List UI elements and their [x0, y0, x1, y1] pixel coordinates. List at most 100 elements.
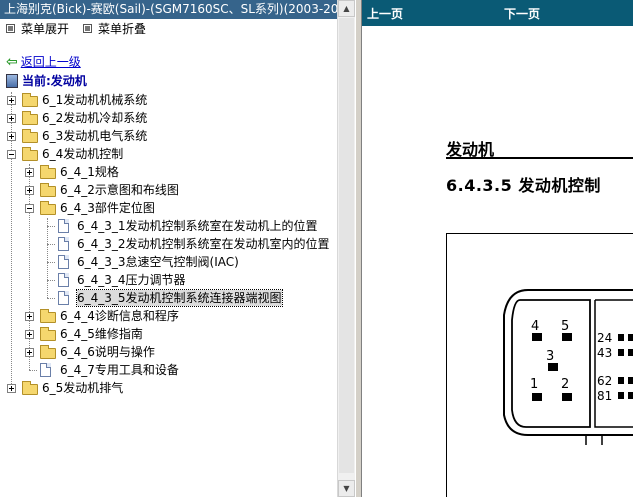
- tree-node-6-4-3-5[interactable]: 6_4_3_5发动机控制系统连接器端视图: [0, 289, 337, 307]
- tree-node-label: 6_4_3部件定位图: [60, 201, 155, 215]
- window-title: 上海别克(Bick)-赛欧(Sail)-(SGM7160SC、SL系列)(200…: [0, 0, 337, 19]
- tree-node-6-1[interactable]: 6_1发动机机械系统: [0, 92, 337, 108]
- pin-cavity-2: [562, 393, 572, 401]
- folder-icon: [22, 93, 38, 107]
- folder-icon: [40, 183, 56, 197]
- open-folder-icon: [40, 201, 56, 215]
- current-location: 当前:发动机: [6, 73, 87, 89]
- pin-cavity: [618, 349, 624, 356]
- tree-node-label: 6_3发动机电气系统: [42, 129, 148, 143]
- expand-plus-icon[interactable]: [25, 330, 34, 339]
- scroll-thumb[interactable]: [339, 18, 354, 473]
- tree-line: [47, 226, 55, 227]
- pin-cavity: [628, 392, 633, 399]
- tree-node-6-2[interactable]: 6_2发动机冷却系统: [0, 110, 337, 126]
- collapse-menu-button[interactable]: 菜单折叠: [83, 22, 146, 36]
- scroll-up-arrow-icon[interactable]: ▲: [338, 0, 355, 17]
- pin-label-4: 4: [531, 319, 539, 334]
- tree-line: [47, 298, 55, 299]
- back-link[interactable]: ⇦ 返回上一级: [6, 55, 81, 69]
- tree-node-6-4-2[interactable]: 6_4_2示意图和布线图: [0, 182, 337, 198]
- content-panel: 上一页 下一页 发动机 6.4.3.5 发动机控制 4 5 3 1 2 24 4…: [362, 0, 633, 497]
- scroll-down-arrow-icon[interactable]: ▼: [338, 480, 355, 497]
- square-bullet-icon: [83, 24, 92, 33]
- pin-label-43: 43: [597, 346, 612, 360]
- tree-node-6-5[interactable]: 6_5发动机排气: [0, 380, 337, 396]
- tree-node-label: 6_4_3_4压力调节器: [77, 273, 186, 287]
- tree-node-label: 6_4_3_3怠速空气控制阀(IAC): [77, 255, 239, 269]
- pin-label-24: 24: [597, 331, 612, 345]
- back-arrow-icon: ⇦: [6, 54, 18, 70]
- tree-node-6-4-3-3[interactable]: 6_4_3_3怠速空气控制阀(IAC): [0, 254, 337, 270]
- back-link-label: 返回上一级: [20, 55, 81, 69]
- expand-plus-icon[interactable]: [7, 132, 16, 141]
- tree-node-6-3[interactable]: 6_3发动机电气系统: [0, 128, 337, 144]
- tree-panel: 上海别克(Bick)-赛欧(Sail)-(SGM7160SC、SL系列)(200…: [0, 0, 337, 497]
- expand-plus-icon[interactable]: [7, 384, 16, 393]
- folder-icon: [22, 111, 38, 125]
- connector-diagram: 4 5 3 1 2 24 43 62 81: [503, 289, 633, 445]
- expand-plus-icon[interactable]: [25, 312, 34, 321]
- frame-splitter[interactable]: [355, 0, 362, 497]
- expand-plus-icon[interactable]: [25, 348, 34, 357]
- pin-label-62: 62: [597, 374, 612, 388]
- connector-outline: [503, 289, 633, 436]
- tree-node-6-4-5[interactable]: 6_4_5维修指南: [0, 326, 337, 342]
- tree-node-label: 6_4_2示意图和布线图: [60, 183, 179, 197]
- tree-node-6-4-1[interactable]: 6_4_1规格: [0, 164, 337, 180]
- document-icon: [58, 273, 69, 287]
- expand-plus-icon[interactable]: [7, 114, 16, 123]
- tree-node-label: 6_4_3_2发动机控制系统室在发动机室内的位置: [77, 237, 330, 251]
- section-divider: [446, 157, 633, 159]
- expand-menu-button[interactable]: 菜单展开: [6, 22, 69, 36]
- prev-page-link[interactable]: 上一页: [367, 5, 403, 22]
- tree-node-6-4-3[interactable]: 6_4_3部件定位图: [0, 200, 337, 216]
- tree-node-6-4-3-2[interactable]: 6_4_3_2发动机控制系统室在发动机室内的位置: [0, 236, 337, 252]
- square-bullet-icon: [6, 24, 15, 33]
- tree-node-6-4-4[interactable]: 6_4_4诊断信息和程序: [0, 308, 337, 324]
- tree-node-6-4-3-4[interactable]: 6_4_3_4压力调节器: [0, 272, 337, 288]
- pin-label-2: 2: [561, 377, 569, 392]
- pin-cavity: [628, 377, 633, 384]
- tree-node-6-4-3-1[interactable]: 6_4_3_1发动机控制系统室在发动机上的位置: [0, 218, 337, 234]
- tree-node-6-4[interactable]: 6_4发动机控制: [0, 146, 337, 162]
- tree-node-label: 6_4_4诊断信息和程序: [60, 309, 179, 323]
- folder-icon: [40, 165, 56, 179]
- document-icon: [58, 237, 69, 251]
- pin-label-81: 81: [597, 389, 612, 403]
- expand-plus-icon[interactable]: [25, 186, 34, 195]
- page-navbar: 上一页 下一页: [362, 0, 633, 26]
- pin-cavity: [618, 334, 624, 341]
- pin-label-5: 5: [561, 319, 569, 334]
- document-icon: [58, 291, 69, 305]
- document-icon: [40, 363, 51, 377]
- pin-label-3: 3: [546, 349, 554, 364]
- tree-node-label: 6_4_5维修指南: [60, 327, 143, 341]
- expand-plus-icon[interactable]: [7, 96, 16, 105]
- folder-icon: [40, 345, 56, 359]
- pin-cavity-4: [532, 333, 542, 341]
- tree-node-label: 6_4_1规格: [60, 165, 119, 179]
- tree-line: [29, 370, 37, 371]
- pin-cavity: [628, 349, 633, 356]
- connector-inner-right: [594, 300, 633, 428]
- tree-node-6-4-6[interactable]: 6_4_6说明与操作: [0, 344, 337, 360]
- document-icon: [58, 219, 69, 233]
- tree-node-label: 6_5发动机排气: [42, 381, 124, 395]
- tree-node-label-selected: 6_4_3_5发动机控制系统连接器端视图: [76, 289, 283, 307]
- tree-node-label: 6_4_7专用工具和设备: [60, 363, 179, 377]
- document-icon: [58, 255, 69, 269]
- collapse-minus-icon[interactable]: [25, 204, 34, 213]
- tree-node-label: 6_1发动机机械系统: [42, 93, 148, 107]
- collapse-minus-icon[interactable]: [7, 150, 16, 159]
- next-page-link[interactable]: 下一页: [504, 5, 540, 22]
- tree-scrollbar[interactable]: ▲ ▼: [337, 0, 355, 497]
- tree-node-6-4-7[interactable]: 6_4_7专用工具和设备: [0, 362, 337, 378]
- pin-cavity: [618, 392, 624, 399]
- tree-line: [47, 244, 55, 245]
- expand-plus-icon[interactable]: [25, 168, 34, 177]
- folder-icon: [40, 309, 56, 323]
- computer-icon: [6, 73, 18, 88]
- open-folder-icon: [22, 147, 38, 161]
- folder-icon: [22, 129, 38, 143]
